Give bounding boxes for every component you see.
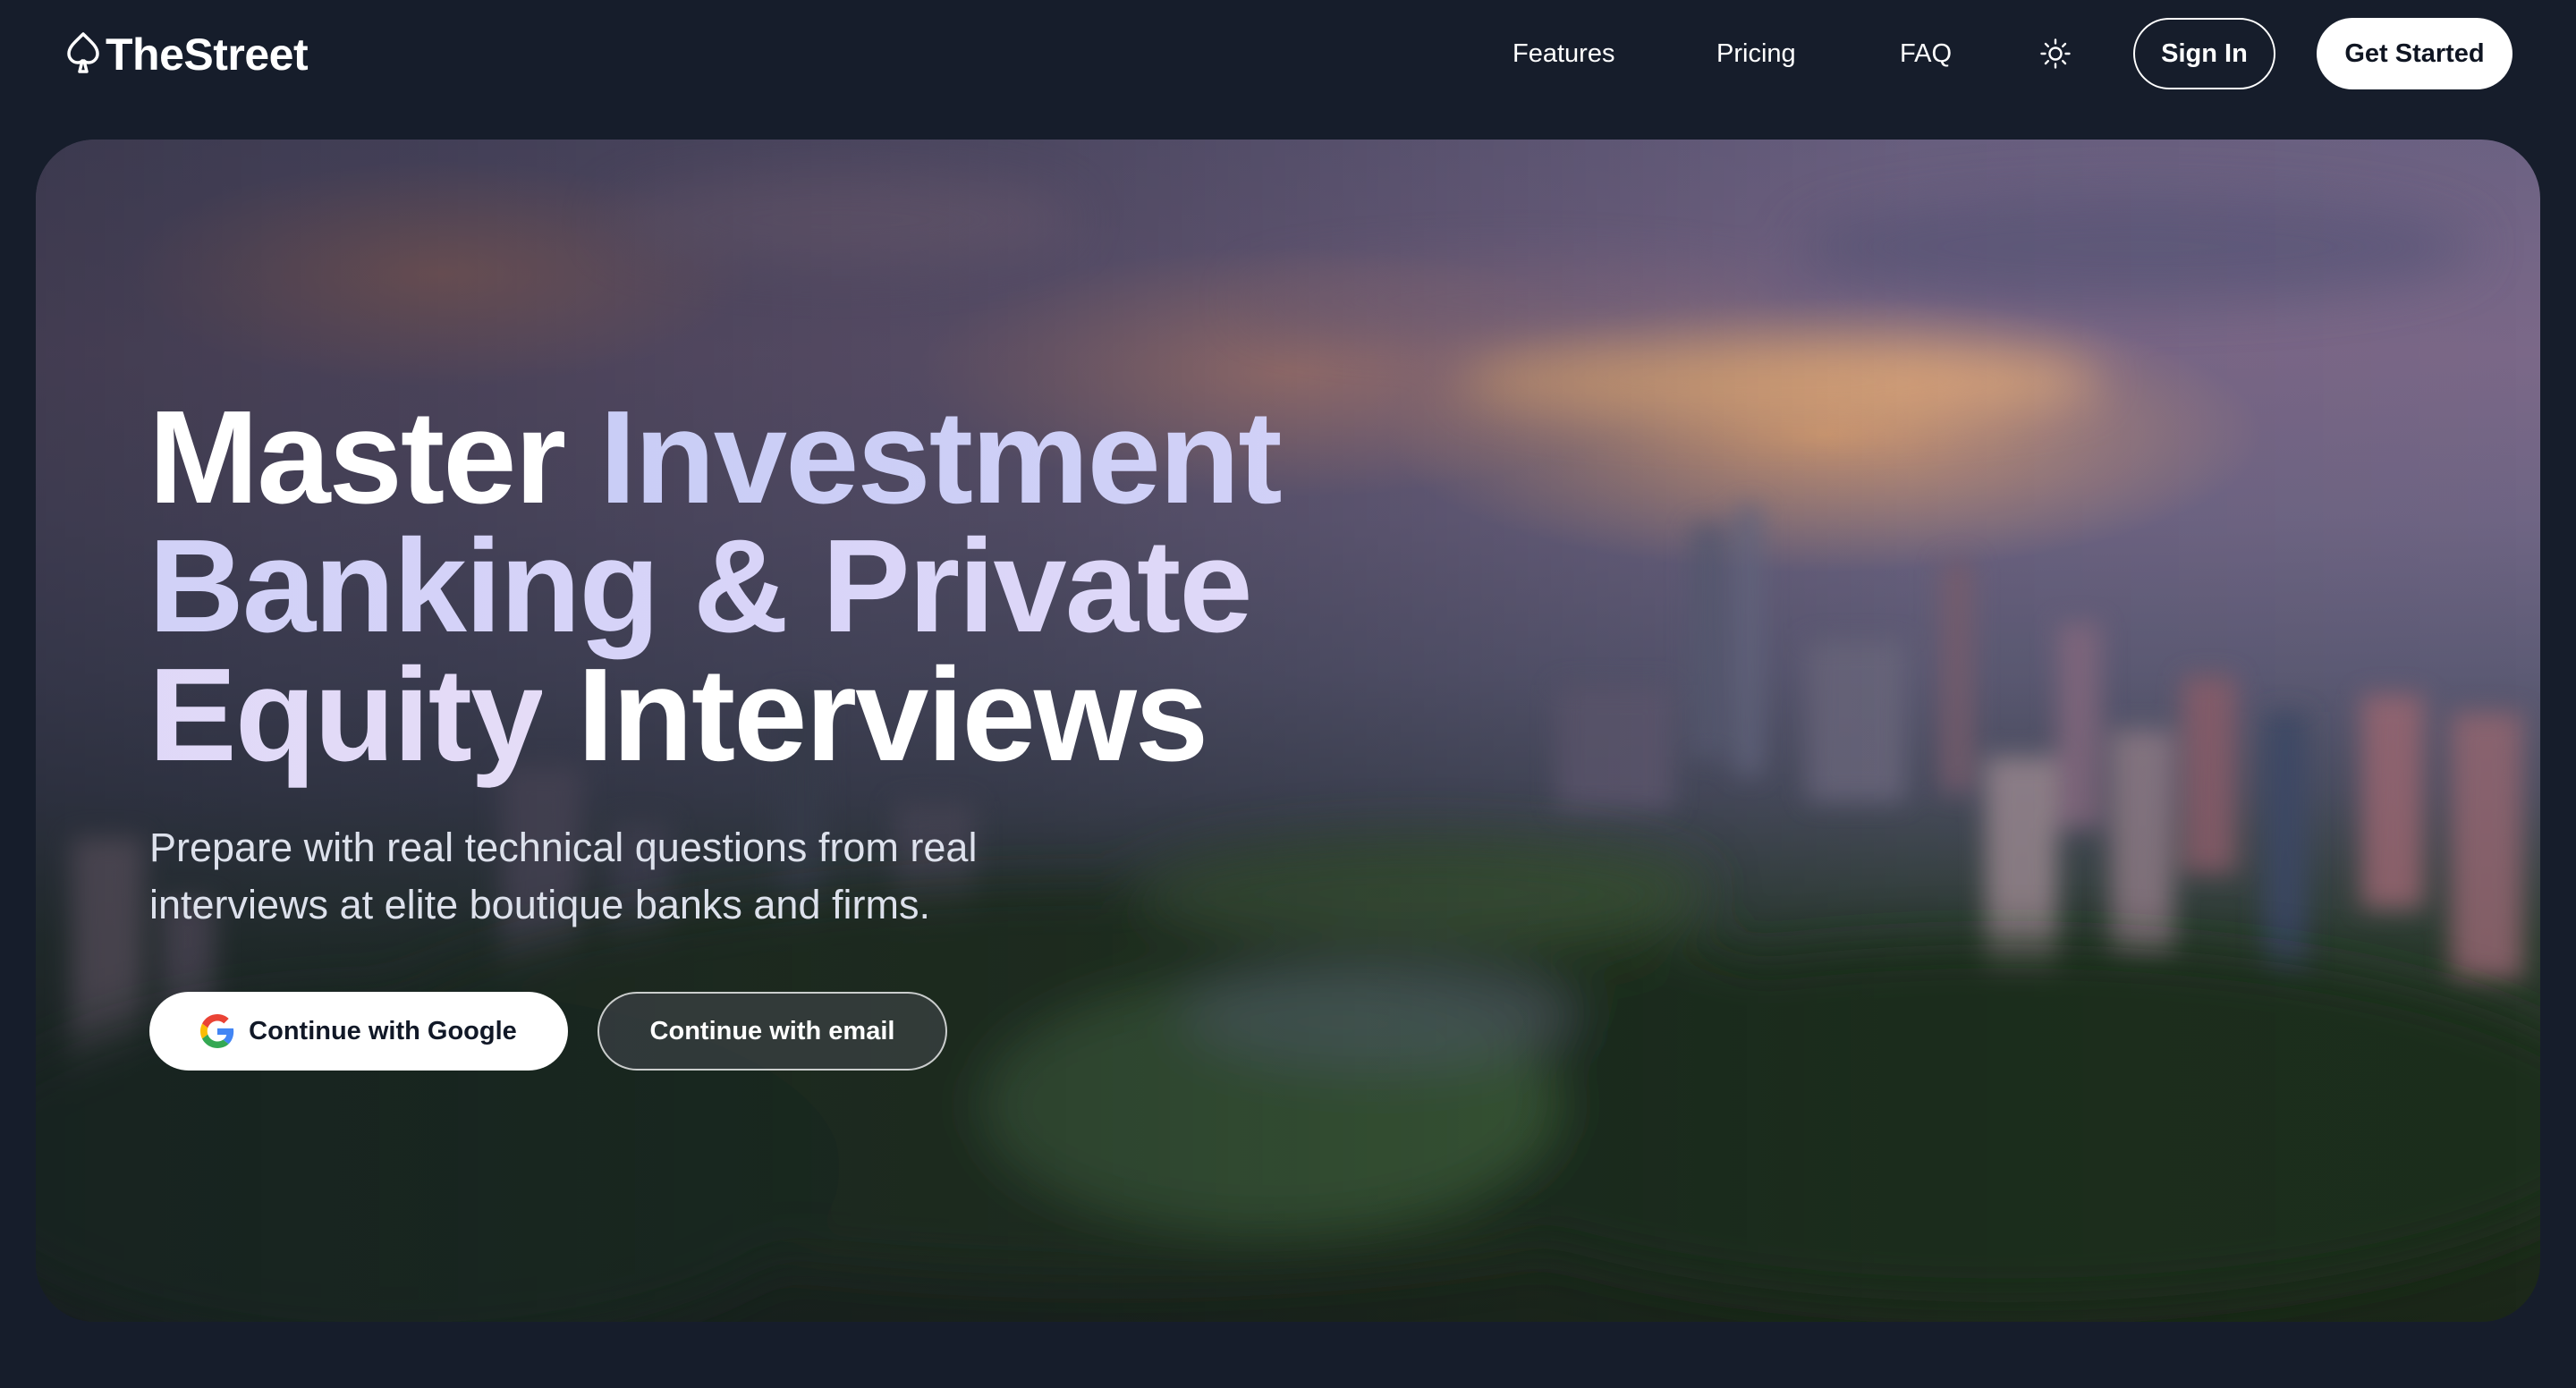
sign-in-button[interactable]: Sign In (2133, 18, 2275, 89)
get-started-button[interactable]: Get Started (2317, 18, 2512, 89)
hero-subtitle: Prepare with real technical questions fr… (149, 825, 978, 927)
nav-features-link[interactable]: Features (1513, 36, 1614, 72)
nav-faq-link[interactable]: FAQ (1900, 36, 1952, 72)
theme-toggle-button[interactable] (2036, 34, 2075, 73)
hero-title-interviews: Interviews (577, 641, 1208, 789)
sun-icon (2040, 38, 2071, 69)
continue-with-google-button[interactable]: Continue with Google (149, 992, 568, 1071)
nav-pricing-link[interactable]: Pricing (1716, 36, 1796, 72)
google-icon (200, 1014, 234, 1048)
brand-logo[interactable]: TheStreet (64, 27, 309, 82)
brand-name: TheStreet (106, 30, 309, 80)
hero-title: Master Investment Banking & Private Equity… (148, 392, 1283, 782)
google-button-label: Continue with Google (249, 1016, 517, 1045)
email-button-label: Continue with email (649, 1016, 895, 1045)
continue-with-email-button[interactable]: Continue with email (597, 992, 947, 1071)
site-header: TheStreet Features Pricing FAQ Sign In G… (0, 0, 2576, 109)
spade-icon (67, 32, 99, 73)
hero-title-master: Master (148, 384, 566, 531)
hero-section: Master Investment Banking & Private Equity… (36, 140, 2540, 1322)
